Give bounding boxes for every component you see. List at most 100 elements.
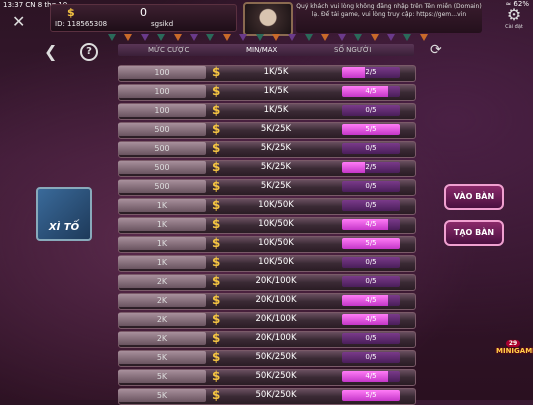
row-minmax: 20K/100K (255, 295, 297, 305)
row-players-text: 0/5 (365, 201, 377, 209)
table-row[interactable]: 1K $10K/50K 5/5 (118, 234, 416, 253)
table-row[interactable]: 2K $20K/100K 0/5 (118, 272, 416, 291)
game-logo-xito: XÌ TỐ (36, 187, 92, 241)
row-players: 5/5 (342, 238, 400, 249)
table-row[interactable]: 500 $5K/25K 0/5 (118, 139, 416, 158)
row-players: 0/5 (342, 257, 400, 268)
close-icon[interactable]: ✕ (12, 12, 25, 31)
row-minmax: 20K/100K (255, 276, 297, 286)
table-row[interactable]: 1K $10K/50K 4/5 (118, 215, 416, 234)
create-table-button[interactable]: TẠO BÀN (444, 220, 504, 246)
join-table-button[interactable]: VÀO BÀN (444, 184, 504, 210)
settings-label: Cài đặt (505, 24, 523, 30)
row-minmax: 5K/25K (260, 181, 292, 191)
row-players: 0/5 (342, 105, 400, 116)
table-row[interactable]: 1K $10K/50K 0/5 (118, 253, 416, 272)
refresh-icon[interactable]: ⟳ (430, 42, 442, 58)
row-players: 0/5 (342, 276, 400, 287)
row-bet: 5K (118, 370, 206, 383)
row-players: 4/5 (342, 295, 400, 306)
dollar-icon: $ (212, 160, 221, 174)
dollar-icon: $ (212, 255, 221, 269)
row-players: 0/5 (342, 200, 400, 211)
table-row[interactable]: 500 $5K/25K 0/5 (118, 177, 416, 196)
header-bet: MỨC CƯỢC (148, 46, 190, 54)
dollar-icon: $ (212, 103, 221, 117)
room-list: 100 $1K/5K 2/5 100 $1K/5K 4/5 100 $1K/5K 0/5 500 $… (118, 63, 416, 405)
coin-value: 0 (140, 6, 147, 19)
minigame-button[interactable]: 29 MINIGAME (496, 340, 533, 362)
row-bet: 1K (118, 199, 206, 212)
row-bet: 1K (118, 237, 206, 250)
row-players-text: 4/5 (365, 220, 377, 228)
avatar[interactable] (243, 2, 293, 36)
row-players-text: 5/5 (365, 391, 377, 399)
dollar-icon: $ (212, 236, 221, 250)
row-players: 4/5 (342, 219, 400, 230)
dollar-icon: $ (212, 217, 221, 231)
row-minmax: 10K/50K (258, 257, 294, 267)
notice-text: Quý khách vui lòng không đăng nhập trên … (296, 2, 482, 33)
row-players-text: 4/5 (365, 296, 377, 304)
row-minmax: 20K/100K (255, 314, 297, 324)
row-players-text: 0/5 (365, 182, 377, 190)
help-icon[interactable]: ? (80, 43, 98, 61)
row-minmax: 5K/25K (260, 124, 292, 134)
table-row[interactable]: 100 $1K/5K 0/5 (118, 101, 416, 120)
dollar-icon: $ (212, 122, 221, 136)
row-bet: 100 (118, 104, 206, 117)
players-fill (342, 67, 366, 78)
dollar-icon: $ (212, 369, 221, 383)
back-icon[interactable]: ❮ (44, 42, 57, 61)
row-minmax: 1K/5K (263, 105, 289, 115)
row-bet: 500 (118, 123, 206, 136)
row-minmax: 50K/250K (255, 352, 297, 362)
row-players: 2/5 (342, 67, 400, 78)
row-minmax: 5K/25K (260, 143, 292, 153)
table-header: MỨC CƯỢC MIN/MAX SỐ NGƯỜI (118, 44, 414, 56)
header-players: SỐ NGƯỜI (334, 46, 372, 54)
table-row[interactable]: 100 $1K/5K 2/5 (118, 63, 416, 82)
table-row[interactable]: 2K $20K/100K 0/5 (118, 329, 416, 348)
table-row[interactable]: 500 $5K/25K 2/5 (118, 158, 416, 177)
row-players: 4/5 (342, 371, 400, 382)
table-row[interactable]: 2K $20K/100K 4/5 (118, 291, 416, 310)
minigame-badge: 29 (506, 340, 520, 347)
row-players: 2/5 (342, 162, 400, 173)
dollar-icon: $ (212, 84, 221, 98)
row-players-text: 0/5 (365, 277, 377, 285)
gear-icon: ⚙ (506, 5, 522, 24)
table-row[interactable]: 5K $50K/250K 5/5 (118, 386, 416, 405)
row-players-text: 2/5 (365, 163, 377, 171)
dollar-icon: $ (212, 293, 221, 307)
row-players-text: 5/5 (365, 239, 377, 247)
table-row[interactable]: 2K $20K/100K 4/5 (118, 310, 416, 329)
table-row[interactable]: 5K $50K/250K 0/5 (118, 348, 416, 367)
row-players-text: 2/5 (365, 68, 377, 76)
row-bet: 2K (118, 294, 206, 307)
table-row[interactable]: 1K $10K/50K 0/5 (118, 196, 416, 215)
table-row[interactable]: 100 $1K/5K 4/5 (118, 82, 416, 101)
row-players: 0/5 (342, 352, 400, 363)
settings-button[interactable]: ⚙ Cài đặt (503, 6, 525, 32)
dollar-icon: $ (212, 65, 221, 79)
row-minmax: 10K/50K (258, 219, 294, 229)
row-players: 4/5 (342, 86, 400, 97)
minigame-label: MINIGAME (496, 347, 533, 355)
players-fill (342, 162, 366, 173)
row-players-text: 4/5 (365, 372, 377, 380)
row-players-text: 0/5 (365, 144, 377, 152)
row-bet: 2K (118, 275, 206, 288)
header-minmax: MIN/MAX (246, 46, 278, 54)
dollar-icon: $ (212, 331, 221, 345)
row-players-text: 0/5 (365, 334, 377, 342)
coin-balance: $ 0 ID: 118565308 sgsikd (50, 4, 237, 32)
table-row[interactable]: 5K $50K/250K 4/5 (118, 367, 416, 386)
row-players-text: 5/5 (365, 125, 377, 133)
table-row[interactable]: 500 $5K/25K 5/5 (118, 120, 416, 139)
row-minmax: 50K/250K (255, 371, 297, 381)
row-players: 4/5 (342, 314, 400, 325)
row-bet: 500 (118, 142, 206, 155)
dollar-icon: $ (212, 198, 221, 212)
row-players: 0/5 (342, 143, 400, 154)
